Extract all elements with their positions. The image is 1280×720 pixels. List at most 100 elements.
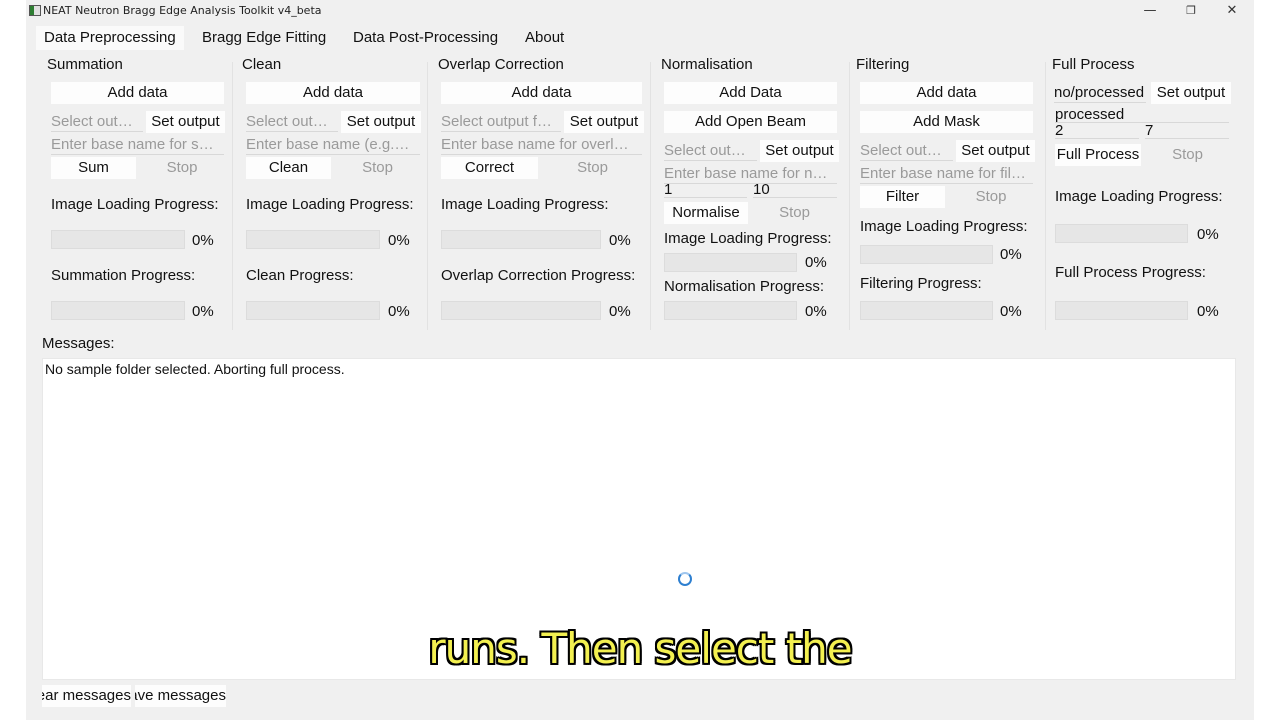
normalisation-stop-button[interactable]: Stop <box>751 202 838 224</box>
clean-base-name-field[interactable]: Enter base name (e.g.… <box>246 135 420 155</box>
overlap-correction-panel: Overlap Correction Add data Select outpu… <box>438 56 648 330</box>
filtering-progress-label: Filtering Progress: <box>860 275 982 292</box>
right-margin <box>1254 0 1280 720</box>
overlap-loading-label: Image Loading Progress: <box>441 196 609 213</box>
clean-loading-label: Image Loading Progress: <box>246 196 414 213</box>
add-open-beam-button[interactable]: Add Open Beam <box>664 111 837 133</box>
panel-divider <box>650 62 651 330</box>
filtering-progress-percent: 0% <box>1000 303 1022 320</box>
summation-loading-percent: 0% <box>192 232 214 249</box>
summation-progress-percent: 0% <box>192 303 214 320</box>
summation-add-data-button[interactable]: Add data <box>51 82 224 104</box>
overlap-progress-percent: 0% <box>609 303 631 320</box>
correct-button[interactable]: Correct <box>441 157 538 179</box>
normalise-button[interactable]: Normalise <box>664 202 748 224</box>
messages-text: No sample folder selected. Aborting full… <box>45 361 345 377</box>
left-margin <box>0 0 26 720</box>
save-messages-button[interactable]: Save messages <box>135 685 226 707</box>
overlap-progress-label: Overlap Correction Progress: <box>441 267 636 284</box>
title-bar: NEAT Neutron Bragg Edge Analysis Toolkit… <box>26 0 1254 22</box>
filtering-loading-percent: 0% <box>1000 246 1022 263</box>
filtering-title: Filtering <box>856 56 910 73</box>
normalisation-loading-percent: 0% <box>805 254 827 271</box>
filtering-progress-bar <box>860 301 993 320</box>
save-messages-label: Save messages <box>135 687 226 704</box>
full-process-stop-button[interactable]: Stop <box>1145 144 1230 166</box>
filter-button[interactable]: Filter <box>860 186 945 208</box>
normalisation-set-output-button[interactable]: Set output <box>760 140 839 162</box>
summation-loading-progress-bar <box>51 230 185 249</box>
normalisation-range-end-field[interactable]: 10 <box>753 181 837 198</box>
summation-progress-label: Summation Progress: <box>51 267 196 284</box>
overlap-loading-progress-bar <box>441 230 601 249</box>
overlap-set-output-button[interactable]: Set output <box>564 111 644 133</box>
tab-about[interactable]: About <box>517 26 572 50</box>
summation-title: Summation <box>47 56 123 73</box>
full-process-loading-label: Image Loading Progress: <box>1055 188 1223 205</box>
clean-add-data-button[interactable]: Add data <box>246 82 420 104</box>
sum-button[interactable]: Sum <box>51 157 136 179</box>
filtering-output-field[interactable]: Select out… <box>860 141 953 161</box>
normalisation-loading-progress-bar <box>664 253 797 272</box>
normalisation-title: Normalisation <box>661 56 753 73</box>
filtering-loading-label: Image Loading Progress: <box>860 218 1028 235</box>
normalisation-range-start-field[interactable]: 1 <box>664 181 747 198</box>
full-process-range-end-field[interactable]: 7 <box>1145 123 1229 139</box>
restore-icon[interactable]: ❐ <box>1173 2 1209 20</box>
tab-data-post-processing[interactable]: Data Post-Processing <box>345 26 506 50</box>
filtering-loading-progress-bar <box>860 245 993 264</box>
normalisation-output-field[interactable]: Select out… <box>664 141 757 161</box>
full-process-base-name-field[interactable]: processed <box>1055 106 1229 123</box>
full-process-output-field[interactable]: no/processed <box>1054 83 1146 103</box>
summation-output-field[interactable]: Select out… <box>51 112 143 132</box>
full-process-button[interactable]: Full Process <box>1055 144 1141 166</box>
overlap-add-data-button[interactable]: Add data <box>441 82 642 104</box>
normalisation-progress-label: Normalisation Progress: <box>664 278 825 295</box>
tab-bragg-edge-fitting[interactable]: Bragg Edge Fitting <box>194 26 334 50</box>
filtering-add-data-button[interactable]: Add data <box>860 82 1033 104</box>
clear-messages-button[interactable]: Clear messages <box>42 685 131 707</box>
panel-divider <box>1045 62 1046 330</box>
filtering-panel: Filtering Add data Add Mask Select out… … <box>856 56 1041 330</box>
overlap-stop-button[interactable]: Stop <box>542 157 643 179</box>
full-process-progress-percent: 0% <box>1197 303 1219 320</box>
video-subtitle: runs. Then select the <box>428 624 852 673</box>
clean-panel: Clean Add data Select out… Set output En… <box>242 56 432 330</box>
messages-label: Messages: <box>42 335 115 352</box>
app-icon <box>29 5 41 16</box>
close-icon[interactable]: ✕ <box>1214 2 1250 20</box>
tab-data-preprocessing[interactable]: Data Preprocessing <box>36 26 184 50</box>
overlap-progress-bar <box>441 301 601 320</box>
overlap-output-field[interactable]: Select output f… <box>441 112 561 132</box>
filtering-set-output-button[interactable]: Set output <box>956 140 1035 162</box>
clear-messages-label: Clear messages <box>42 687 131 704</box>
normalisation-loading-label: Image Loading Progress: <box>664 230 832 247</box>
clean-output-field[interactable]: Select out… <box>246 112 338 132</box>
add-mask-button[interactable]: Add Mask <box>860 111 1033 133</box>
normalisation-add-data-button[interactable]: Add Data <box>664 82 837 104</box>
clean-set-output-button[interactable]: Set output <box>341 111 421 133</box>
full-process-progress-bar <box>1055 301 1188 320</box>
summation-set-output-button[interactable]: Set output <box>146 111 225 133</box>
filtering-base-name-field[interactable]: Enter base name for fil… <box>860 164 1033 184</box>
app-window: NEAT Neutron Bragg Edge Analysis Toolkit… <box>26 0 1254 720</box>
panel-divider <box>232 62 233 330</box>
clean-stop-button[interactable]: Stop <box>334 157 421 179</box>
summation-base-name-field[interactable]: Enter base name for s… <box>51 135 224 155</box>
overlap-correction-title: Overlap Correction <box>438 56 564 73</box>
filtering-stop-button[interactable]: Stop <box>948 186 1034 208</box>
minimize-icon[interactable]: — <box>1132 2 1168 20</box>
full-process-set-output-button[interactable]: Set output <box>1151 82 1231 104</box>
clean-button[interactable]: Clean <box>246 157 331 179</box>
overlap-base-name-field[interactable]: Enter base name for overl… <box>441 135 642 155</box>
overlap-loading-percent: 0% <box>609 232 631 249</box>
full-process-panel: Full Process no/processed Set output pro… <box>1052 56 1237 330</box>
loading-spinner-icon <box>678 572 692 586</box>
summation-stop-button[interactable]: Stop <box>139 157 225 179</box>
full-process-range-start-field[interactable]: 2 <box>1055 123 1139 139</box>
summation-panel: Summation Add data Select out… Set outpu… <box>47 56 237 330</box>
clean-title: Clean <box>242 56 282 73</box>
summation-loading-label: Image Loading Progress: <box>51 196 219 213</box>
normalisation-progress-bar <box>664 301 797 320</box>
clean-progress-label: Clean Progress: <box>246 267 354 284</box>
